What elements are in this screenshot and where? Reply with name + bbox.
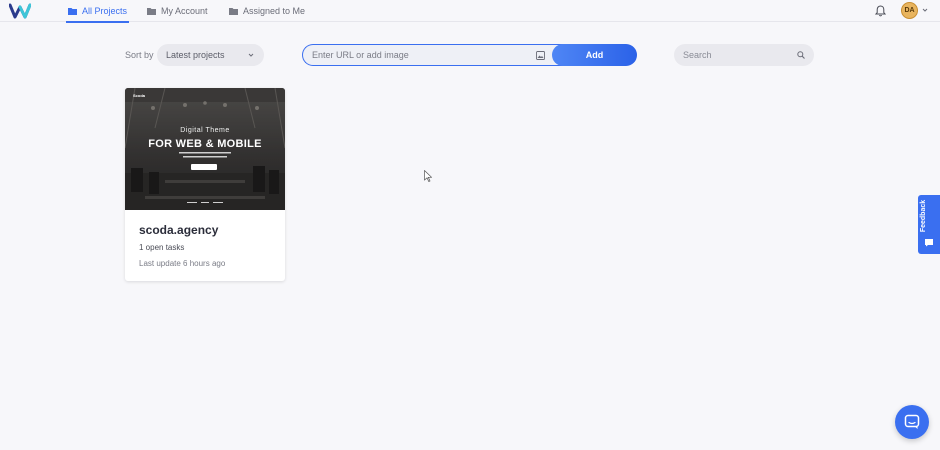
sort-select[interactable]: Latest projects (157, 44, 264, 66)
search-input[interactable] (674, 44, 794, 66)
search-icon[interactable] (797, 51, 805, 59)
folder-icon (68, 8, 77, 15)
feedback-label: Feedback (920, 199, 927, 233)
sort-value: Latest projects (166, 50, 225, 60)
tab-all-projects[interactable]: All Projects (65, 0, 130, 23)
project-updated: Last update 6 hours ago (139, 259, 226, 268)
top-nav: All Projects My Account Assigned to Me D… (0, 0, 940, 23)
project-tasks: 1 open tasks (139, 243, 185, 252)
avatar[interactable]: DA (901, 2, 918, 19)
comment-icon (925, 239, 933, 247)
project-card[interactable]: Scoda Digital Theme FOR WEB & MOBILE sco… (125, 88, 285, 281)
chevron-down-icon (248, 53, 254, 57)
project-thumbnail[interactable]: Scoda Digital Theme FOR WEB & MOBILE (125, 88, 285, 210)
app-logo-icon[interactable] (9, 3, 31, 19)
add-button[interactable]: Add (552, 44, 637, 66)
tab-my-account[interactable]: My Account (147, 0, 208, 22)
feedback-tab[interactable]: Feedback (918, 195, 940, 254)
tab-label: My Account (161, 6, 208, 16)
thumbnail-cta (191, 164, 217, 170)
tab-label: Assigned to Me (243, 6, 306, 16)
tab-assigned-to-me[interactable]: Assigned to Me (229, 0, 305, 22)
chat-launcher-button[interactable] (895, 405, 929, 439)
chat-icon (904, 414, 920, 429)
url-input[interactable] (302, 44, 572, 66)
chevron-down-icon[interactable] (922, 7, 928, 13)
thumbnail-brand: Scoda (133, 93, 146, 98)
search-box (674, 44, 814, 66)
avatar-initials: DA (904, 7, 915, 14)
folder-icon (229, 8, 238, 15)
bell-icon[interactable] (875, 5, 886, 17)
thumbnail-subtitle: Digital Theme (180, 127, 230, 134)
project-name[interactable]: scoda.agency (139, 223, 218, 237)
tab-label: All Projects (82, 6, 128, 16)
image-upload-icon[interactable] (536, 51, 545, 60)
sort-label: Sort by (125, 50, 154, 60)
thumbnail-headline: FOR WEB & MOBILE (148, 138, 262, 150)
cursor-icon (424, 170, 432, 182)
url-form: Add (302, 44, 637, 66)
folder-icon (147, 8, 156, 15)
